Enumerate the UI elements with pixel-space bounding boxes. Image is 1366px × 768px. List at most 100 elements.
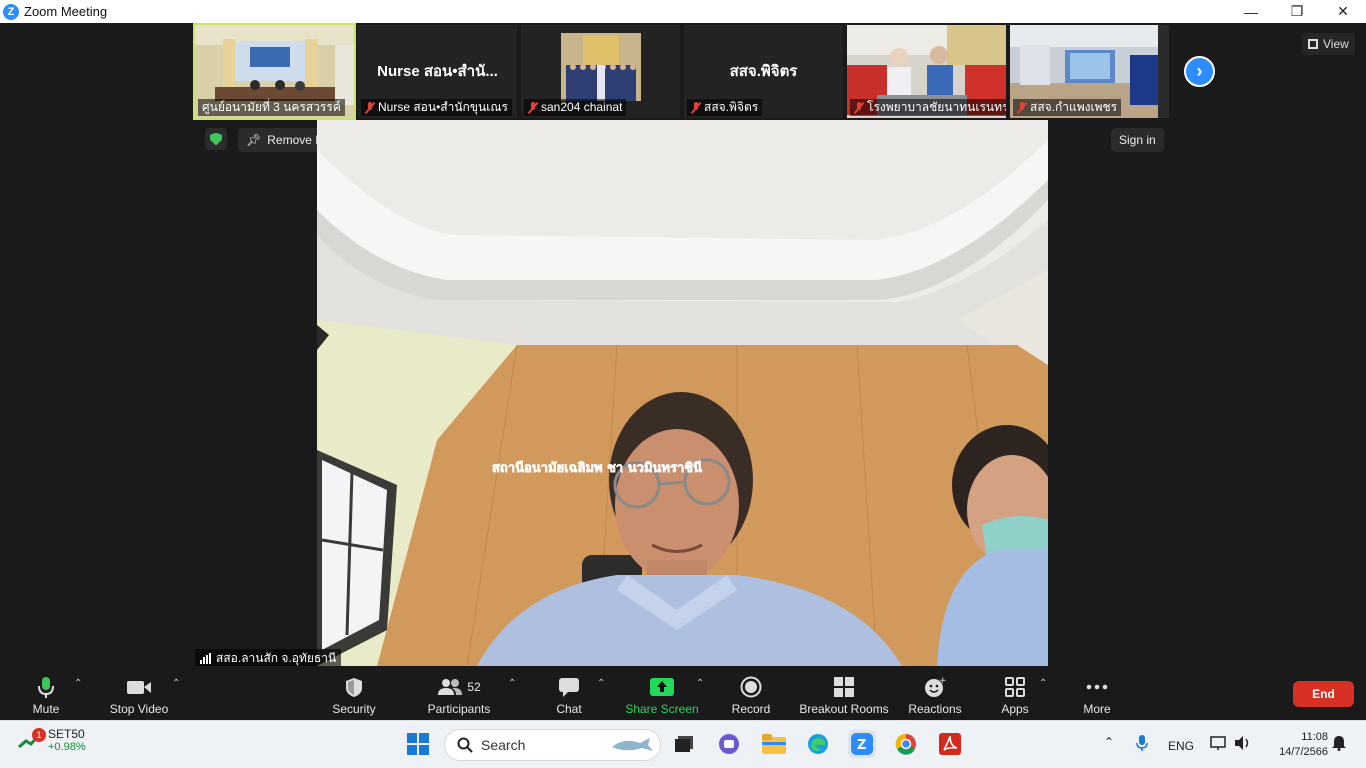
- stock-widget[interactable]: 1 SET50 +0.98%: [18, 727, 86, 753]
- stock-chart-icon: 1: [18, 728, 46, 750]
- share-screen-button[interactable]: Share Screen: [625, 670, 699, 716]
- zoom-logo-icon: Z: [3, 3, 19, 20]
- participant-thumbnail[interactable]: โรงพยาบาลชัยนาทนเรนทร: [847, 25, 1006, 118]
- teams-chat-button[interactable]: [715, 730, 743, 758]
- stop-video-button[interactable]: Stop Video: [105, 670, 173, 716]
- folder-icon: [762, 734, 786, 754]
- notifications-icon[interactable]: [1332, 735, 1346, 754]
- muted-mic-icon: [691, 101, 701, 114]
- microphone-tray-icon[interactable]: [1136, 735, 1148, 754]
- task-view-button[interactable]: [670, 730, 698, 758]
- sign-in-button[interactable]: Sign in: [1111, 128, 1164, 152]
- network-icon[interactable]: [1210, 735, 1228, 754]
- participant-name-label: โรงพยาบาลชัยนาทนเรนทร: [850, 99, 1006, 116]
- mute-button[interactable]: Mute: [28, 670, 64, 716]
- muted-mic-icon: [365, 101, 375, 114]
- close-button[interactable]: ✕: [1320, 0, 1366, 23]
- start-button[interactable]: [404, 730, 432, 758]
- muted-mic-icon: [528, 101, 538, 114]
- participant-thumbnail[interactable]: san204 chainat: [521, 25, 680, 118]
- audio-options-chevron-icon[interactable]: ⌃: [74, 678, 82, 689]
- stock-change: +0.98%: [48, 741, 86, 753]
- share-options-chevron-icon[interactable]: ⌃: [696, 678, 704, 689]
- video-options-chevron-icon[interactable]: ⌃: [172, 678, 180, 689]
- share-screen-icon: [650, 676, 674, 698]
- grid-view-icon: [1308, 39, 1318, 49]
- notification-badge: 1: [32, 728, 46, 742]
- apps-icon: [1005, 676, 1025, 698]
- taskbar-clock[interactable]: 11:08 14/7/2566: [1262, 730, 1328, 760]
- taskbar-search-box[interactable]: Search: [444, 729, 661, 761]
- shield-icon: [210, 132, 222, 146]
- wall-sign-text: สถานีอนามัยเฉลิมพ ชา นวมินทราชินี: [492, 460, 702, 476]
- signal-strength-icon: [200, 652, 211, 664]
- acrobat-reader-button[interactable]: [936, 730, 964, 758]
- edge-browser-button[interactable]: [804, 730, 832, 758]
- participants-button[interactable]: 52 Participants: [426, 670, 492, 716]
- next-page-arrow-button[interactable]: ›: [1184, 56, 1215, 87]
- participant-thumbnail[interactable]: ศูนย์อนามัยที่ 3 นครสวรรค์: [193, 23, 356, 120]
- participant-name-label: สสจ.พิจิตร: [687, 99, 763, 116]
- chat-app-icon: [719, 734, 739, 754]
- show-hidden-icons-chevron-icon[interactable]: ⌃: [1104, 735, 1114, 749]
- chat-button[interactable]: Chat: [552, 670, 586, 716]
- restore-button[interactable]: ❐: [1274, 0, 1320, 23]
- record-button[interactable]: Record: [730, 670, 772, 716]
- active-speaker-name-label: สสอ.ลานสัก จ.อุทัยธานี: [195, 649, 342, 667]
- end-meeting-button[interactable]: End: [1293, 681, 1354, 707]
- breakout-rooms-icon: [834, 676, 854, 698]
- participant-name-label: san204 chainat: [524, 99, 627, 116]
- chrome-icon: [895, 733, 916, 755]
- more-button[interactable]: More: [1080, 670, 1114, 716]
- apps-options-chevron-icon[interactable]: ⌃: [1039, 678, 1047, 689]
- participants-options-chevron-icon[interactable]: ⌃: [508, 678, 516, 689]
- file-explorer-button[interactable]: [760, 730, 788, 758]
- chat-bubble-icon: [558, 676, 580, 698]
- task-view-icon: [675, 736, 693, 752]
- participant-name-label: สสจ.กำแพงเพชร: [1013, 99, 1122, 116]
- windows-taskbar: 1 SET50 +0.98% Search Z ⌃ ENG 11:08 14/7…: [0, 720, 1366, 768]
- participant-display-name: สสจ.พิจิตร: [729, 63, 798, 80]
- participant-name-label: Nurse สอน•สำนักขุนเณร: [361, 99, 512, 116]
- edge-icon: [808, 734, 828, 754]
- zoom-app-button[interactable]: Z: [848, 730, 876, 758]
- more-dots-icon: [1086, 676, 1108, 698]
- video-camera-icon: [126, 676, 152, 698]
- reactions-button[interactable]: + Reactions: [906, 670, 964, 716]
- svg-text:+: +: [939, 676, 946, 686]
- speaker-video-frame: สถานีอนามัยเฉลิมพ ชา นวมินทราชินี: [317, 120, 1048, 666]
- participant-thumbnail[interactable]: สสจ.กำแพงเพชร: [1010, 25, 1169, 118]
- search-highlight-shark-icon: [612, 738, 653, 751]
- security-button[interactable]: Security: [330, 670, 378, 716]
- participants-count: 52: [467, 680, 481, 694]
- pin-icon: 📌︎: [246, 133, 262, 147]
- encryption-shield-button[interactable]: [205, 128, 227, 150]
- breakout-rooms-button[interactable]: Breakout Rooms: [798, 670, 890, 716]
- apps-button[interactable]: Apps: [998, 670, 1032, 716]
- shield-icon: [345, 676, 363, 698]
- zoom-icon: Z: [851, 733, 873, 755]
- volume-icon[interactable]: [1234, 735, 1252, 754]
- pdf-icon: [939, 733, 961, 755]
- input-language-indicator[interactable]: ENG: [1168, 739, 1194, 753]
- windows-logo-icon: [407, 733, 429, 755]
- chat-options-chevron-icon[interactable]: ⌃: [597, 678, 605, 689]
- window-title: Zoom Meeting: [24, 4, 108, 19]
- smiley-plus-icon: +: [924, 676, 946, 698]
- search-icon: [457, 737, 473, 753]
- view-button[interactable]: View: [1302, 33, 1355, 55]
- minimize-button[interactable]: —: [1228, 0, 1274, 23]
- svg-text:Z: Z: [857, 738, 866, 753]
- participant-display-name: Nurse สอน•สำนั...: [377, 63, 498, 80]
- microphone-icon: [38, 676, 54, 698]
- muted-mic-icon: [1017, 101, 1027, 114]
- participant-name-label: ศูนย์อนามัยที่ 3 นครสวรรค์: [198, 99, 345, 116]
- participant-thumbnail[interactable]: Nurse สอน•สำนั... Nurse สอน•สำนักขุนเณร: [358, 25, 517, 118]
- stock-name: SET50: [48, 727, 85, 741]
- participant-thumbnail[interactable]: สสจ.พิจิตร สสจ.พิจิตร: [684, 25, 843, 118]
- muted-mic-icon: [854, 101, 864, 114]
- chrome-browser-button[interactable]: [892, 730, 920, 758]
- title-bar: Z Zoom Meeting — ❐ ✕: [0, 0, 1366, 23]
- meeting-toolbar: Mute ⌃ Stop Video ⌃ Security 52 Particip…: [0, 666, 1366, 720]
- meeting-area: ศูนย์อนามัยที่ 3 นครสวรรค์ Nurse สอน•สำน…: [0, 23, 1366, 667]
